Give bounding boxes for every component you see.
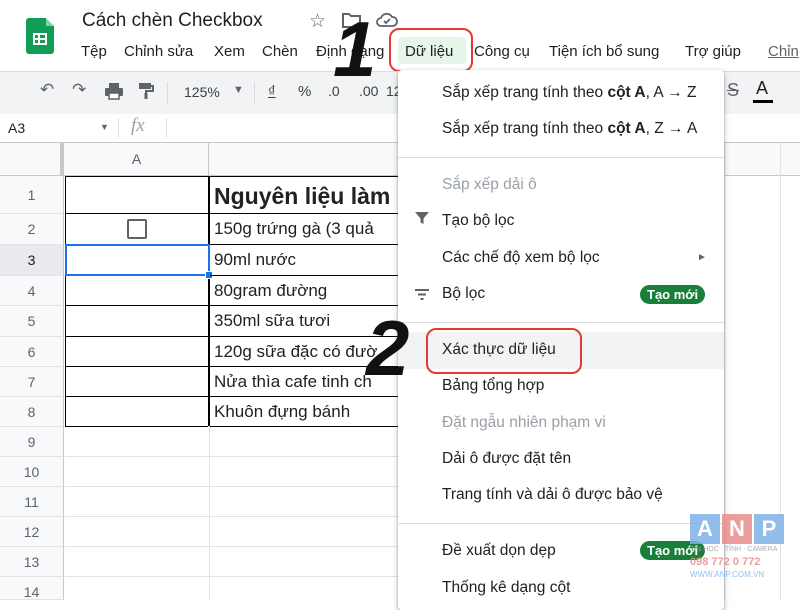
filter-icon <box>414 211 430 230</box>
percent-format-button[interactable]: % <box>298 83 311 100</box>
currency-format-button[interactable]: ₫ <box>268 83 276 100</box>
text-color-icon[interactable]: A <box>756 78 768 99</box>
row-header[interactable]: 8 <box>0 397 64 427</box>
menu-view[interactable]: Xem <box>214 43 245 60</box>
gridline <box>209 426 210 600</box>
row-header[interactable]: 14 <box>0 577 64 600</box>
cell-b1[interactable]: Nguyên liệu làm <box>210 176 410 214</box>
menu-item-protected-sheets[interactable]: Trang tính và dải ô được bảo vệ <box>442 486 663 504</box>
step-number-2: 2 <box>366 304 410 392</box>
menu-item-label: Sắp xếp trang tính theo <box>442 84 608 101</box>
name-box[interactable]: A3 <box>8 120 25 136</box>
menu-item-create-filter[interactable]: Tạo bộ lọc <box>442 212 514 230</box>
row-header[interactable]: 1 <box>0 176 64 214</box>
menu-separator <box>398 157 724 158</box>
divider <box>166 118 167 138</box>
cell-a4[interactable] <box>65 276 208 306</box>
row-header-selected[interactable]: 3 <box>0 245 64 276</box>
row-header[interactable]: 5 <box>0 306 64 337</box>
select-all-corner[interactable] <box>0 143 64 175</box>
menu-item-named-ranges[interactable]: Dải ô được đặt tên <box>442 450 571 468</box>
menu-item-label: , Z → A <box>645 120 698 137</box>
column-header-a[interactable]: A <box>65 143 209 175</box>
submenu-arrow-icon: ► <box>697 252 707 263</box>
cell-a8[interactable] <box>65 397 208 427</box>
cell-a1[interactable] <box>65 176 208 214</box>
row-header[interactable]: 6 <box>0 337 64 367</box>
menu-help[interactable]: Trợ giúp <box>685 43 741 60</box>
strikethrough-icon[interactable]: S <box>727 80 739 101</box>
row-header[interactable]: 2 <box>0 214 64 245</box>
cell-selection <box>65 244 210 276</box>
menu-item-randomize-range[interactable]: Đặt ngẫu nhiên phạm vi <box>442 414 606 432</box>
document-title[interactable]: Cách chèn Checkbox <box>82 10 263 32</box>
menu-item-sort-sheet-za[interactable]: Sắp xếp trang tính theo cột A, Z → A <box>442 120 697 138</box>
menu-item-label: Sắp xếp trang tính theo <box>442 120 608 137</box>
slicer-icon <box>414 287 430 306</box>
redo-icon[interactable]: ↷ <box>72 80 86 100</box>
print-icon[interactable] <box>104 82 124 105</box>
menu-item-sort-sheet-az[interactable]: Sắp xếp trang tính theo cột A, A → Z <box>442 84 696 102</box>
column-header-b[interactable] <box>209 143 409 175</box>
cell-b2[interactable]: 150g trứng gà (3 quả <box>210 214 410 245</box>
menu-insert[interactable]: Chèn <box>262 43 298 60</box>
menu-separator <box>398 523 724 524</box>
menu-addons[interactable]: Tiện ích bổ sung <box>549 43 659 60</box>
menu-tools[interactable]: Công cụ <box>474 43 530 60</box>
menu-item-filter-views[interactable]: Các chế độ xem bộ lọc <box>442 249 600 267</box>
menu-item-cleanup-suggestions[interactable]: Đề xuất dọn dẹp <box>442 542 556 560</box>
chevron-down-icon[interactable]: ▼ <box>100 122 109 132</box>
sheets-logo-icon[interactable] <box>26 18 54 54</box>
menu-edit[interactable]: Chỉnh sửa <box>124 43 193 60</box>
step-number-1: 1 <box>333 5 377 93</box>
cell-a7[interactable] <box>65 367 208 397</box>
row-header[interactable]: 4 <box>0 276 64 306</box>
cell-b3[interactable]: 90ml nước <box>210 245 410 276</box>
new-badge: Tạo mới <box>640 285 706 304</box>
menu-data-highlight <box>389 28 473 72</box>
anp-watermark-logo: A N P TIN HỌC · TÍNH · CAMERA 098 772 0 … <box>690 514 786 586</box>
checkbox[interactable] <box>127 219 147 239</box>
row-header[interactable]: 10 <box>0 457 64 487</box>
toolbar-divider <box>254 82 255 104</box>
menu-item-sort-range[interactable]: Sắp xếp dải ô <box>442 176 537 194</box>
menu-item-column-stats[interactable]: Thống kê dạng cột <box>442 579 570 597</box>
paint-format-icon[interactable] <box>137 82 155 105</box>
row-header[interactable]: 9 <box>0 427 64 457</box>
menu-item-pivot-table[interactable]: Bảng tổng hợp <box>442 377 544 395</box>
row-header[interactable]: 12 <box>0 517 64 547</box>
undo-icon[interactable]: ↶ <box>40 80 54 100</box>
menu-item-slicer[interactable]: Bộ lọc <box>442 285 485 303</box>
cell-a6[interactable] <box>65 337 208 367</box>
menu-item-label: , A → Z <box>645 84 697 101</box>
row-header[interactable]: 7 <box>0 367 64 397</box>
data-validation-highlight <box>426 328 582 374</box>
cell-a5[interactable] <box>65 306 208 337</box>
divider <box>118 118 119 138</box>
toolbar-divider <box>167 82 168 104</box>
row-header[interactable]: 11 <box>0 487 64 517</box>
menu-item-label-bold: cột A <box>607 84 646 101</box>
fx-icon: fx <box>131 115 145 136</box>
row-header[interactable]: 13 <box>0 547 64 577</box>
menu-separator <box>398 322 724 323</box>
cell-b8[interactable]: Khuôn đựng bánh <box>210 397 410 427</box>
last-edit-link[interactable]: Chỉn <box>768 43 799 60</box>
cell-b4[interactable]: 80gram đường <box>210 276 410 306</box>
chevron-down-icon[interactable]: ▼ <box>233 84 244 96</box>
text-color-swatch <box>753 100 773 103</box>
menu-file[interactable]: Tệp <box>81 43 107 60</box>
menu-item-label-bold: cột A <box>607 120 646 137</box>
star-icon[interactable]: ☆ <box>309 10 326 33</box>
zoom-select[interactable]: 125% <box>184 84 220 100</box>
